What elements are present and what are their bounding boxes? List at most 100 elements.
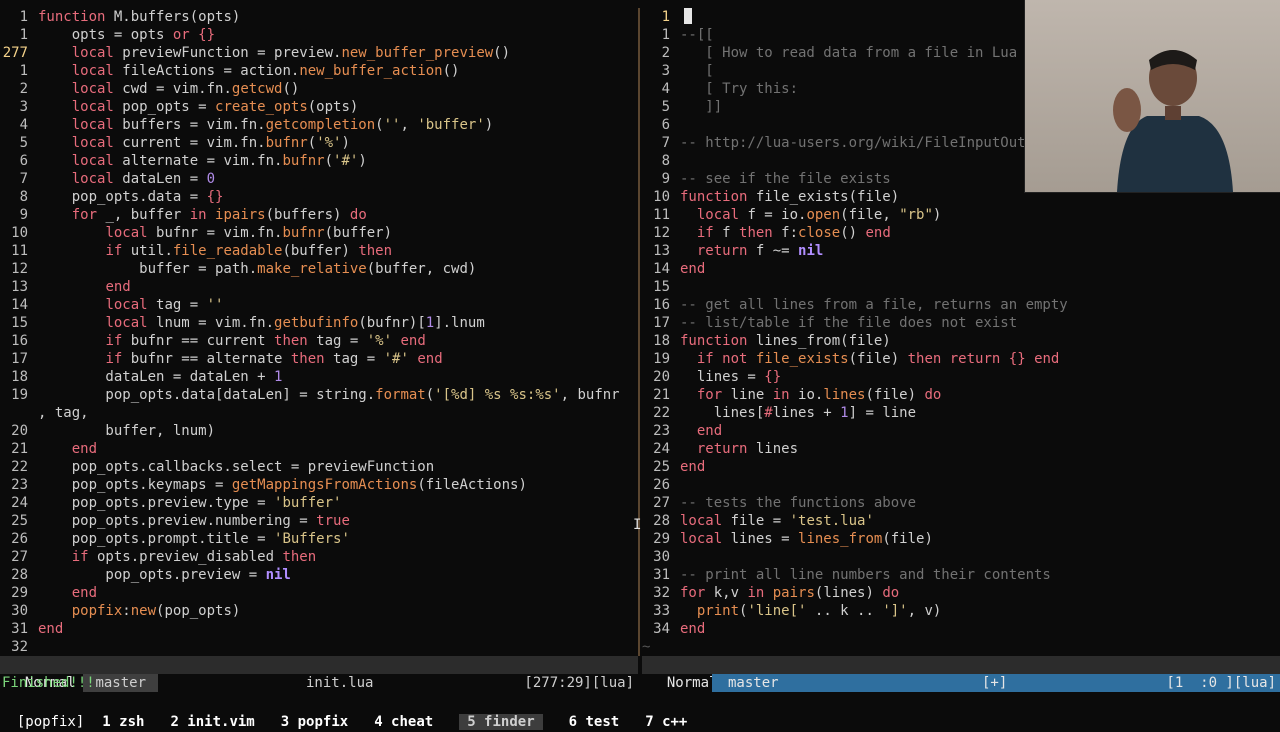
tmux-window-tab[interactable]: 5 finder: [459, 714, 543, 730]
code-text[interactable]: --[[: [680, 27, 714, 43]
left-line[interactable]: 15 local lnum = vim.fn.getbufinfo(bufnr)…: [0, 314, 638, 332]
left-line[interactable]: 1 function M.buffers(opts): [0, 8, 638, 26]
left-line[interactable]: 17 if bufnr == alternate then tag = '#' …: [0, 350, 638, 368]
code-text[interactable]: [ How to read data from a file in Lua: [680, 45, 1017, 61]
left-line[interactable]: 21 end: [0, 440, 638, 458]
code-text[interactable]: local bufnr = vim.fn.bufnr(buffer): [38, 225, 392, 241]
right-line[interactable]: 12 if f then f:close() end: [642, 224, 1280, 242]
code-text[interactable]: for _, buffer in ipairs(buffers) do: [38, 207, 367, 223]
vertical-split-divider[interactable]: [638, 8, 640, 656]
left-line[interactable]: 16 if bufnr == current then tag = '%' en…: [0, 332, 638, 350]
right-line[interactable]: 17 -- list/table if the file does not exi…: [642, 314, 1280, 332]
code-text[interactable]: dataLen = dataLen + 1: [38, 369, 282, 385]
code-text[interactable]: local pop_opts = create_opts(opts): [38, 99, 359, 115]
left-line[interactable]: 2 local cwd = vim.fn.getcwd(): [0, 80, 638, 98]
code-text[interactable]: [: [680, 63, 713, 79]
code-text[interactable]: function lines_from(file): [680, 333, 891, 349]
left-line[interactable]: 25 pop_opts.preview.numbering = true: [0, 512, 638, 530]
code-text[interactable]: return f ~= nil: [680, 243, 823, 259]
code-text[interactable]: opts = opts or {}: [38, 27, 215, 43]
left-line[interactable]: 9 for _, buffer in ipairs(buffers) do: [0, 206, 638, 224]
code-text[interactable]: -- list/table if the file does not exist: [680, 315, 1017, 331]
code-text[interactable]: return lines: [680, 441, 798, 457]
left-line[interactable]: 12 buffer = path.make_relative(buffer, c…: [0, 260, 638, 278]
left-line[interactable]: 24 pop_opts.preview.type = 'buffer': [0, 494, 638, 512]
right-line[interactable]: 26: [642, 476, 1280, 494]
code-text[interactable]: local buffers = vim.fn.getcompletion('',…: [38, 117, 493, 133]
code-text[interactable]: lines[#lines + 1] = line: [680, 405, 916, 421]
code-text[interactable]: pop_opts.preview.type = 'buffer': [38, 495, 342, 511]
code-text[interactable]: if bufnr == alternate then tag = '#' end: [38, 351, 442, 367]
code-text[interactable]: ]]: [680, 99, 722, 115]
left-line[interactable]: 11 if util.file_readable(buffer) then: [0, 242, 638, 260]
right-line[interactable]: 13 return f ~= nil: [642, 242, 1280, 260]
code-text[interactable]: end: [38, 621, 63, 637]
code-text[interactable]: local fileActions = action.new_buffer_ac…: [38, 63, 460, 79]
code-text[interactable]: local lnum = vim.fn.getbufinfo(bufnr)[1]…: [38, 315, 484, 331]
left-line[interactable]: 19 pop_opts.data[dataLen] = string.forma…: [0, 386, 638, 404]
code-text[interactable]: end: [680, 621, 705, 637]
code-text[interactable]: end: [38, 441, 97, 457]
code-text[interactable]: end: [680, 459, 705, 475]
tmux-window-tab[interactable]: 7 c++: [645, 714, 687, 730]
right-line[interactable]: 34 end: [642, 620, 1280, 638]
left-line[interactable]: 29 end: [0, 584, 638, 602]
code-text[interactable]: print('line[' .. k .. ']', v): [680, 603, 941, 619]
code-text[interactable]: -- see if the file exists: [680, 171, 891, 187]
left-line[interactable]: 27 if opts.preview_disabled then: [0, 548, 638, 566]
tmux-window-tab[interactable]: 1 zsh: [102, 714, 144, 730]
code-text[interactable]: pop_opts.preview.numbering = true: [38, 513, 350, 529]
left-line[interactable]: 30 popfix:new(pop_opts): [0, 602, 638, 620]
left-line[interactable]: 31 end: [0, 620, 638, 638]
right-line[interactable]: 14 end: [642, 260, 1280, 278]
code-text[interactable]: end: [38, 279, 130, 295]
tmux-window-tab[interactable]: 4 cheat: [374, 714, 433, 730]
code-text[interactable]: pop_opts.data = {}: [38, 189, 224, 205]
left-line[interactable]: 8 pop_opts.data = {}: [0, 188, 638, 206]
left-line[interactable]: 4 local buffers = vim.fn.getcompletion('…: [0, 116, 638, 134]
right-line[interactable]: 16 -- get all lines from a file, returns …: [642, 296, 1280, 314]
code-text[interactable]: local dataLen = 0: [38, 171, 215, 187]
left-line[interactable]: 1 local fileActions = action.new_buffer_…: [0, 62, 638, 80]
code-text[interactable]: -- http://lua-users.org/wiki/FileInputOu…: [680, 135, 1051, 151]
left-line[interactable]: 277 local previewFunction = preview.new_…: [0, 44, 638, 62]
code-text[interactable]: local alternate = vim.fn.bufnr('#'): [38, 153, 367, 169]
code-text[interactable]: end: [680, 261, 705, 277]
right-line[interactable]: 22 lines[#lines + 1] = line: [642, 404, 1280, 422]
code-text[interactable]: local current = vim.fn.bufnr('%'): [38, 135, 350, 151]
code-text[interactable]: local cwd = vim.fn.getcwd(): [38, 81, 300, 97]
code-text[interactable]: local file = 'test.lua': [680, 513, 874, 529]
code-text[interactable]: pop_opts.data[dataLen] = string.format('…: [38, 387, 619, 403]
right-line[interactable]: 30: [642, 548, 1280, 566]
right-line[interactable]: 25 end: [642, 458, 1280, 476]
left-line[interactable]: 5 local current = vim.fn.bufnr('%'): [0, 134, 638, 152]
code-text[interactable]: if not file_exists(file) then return {} …: [680, 351, 1060, 367]
left-line[interactable]: 10 local bufnr = vim.fn.bufnr(buffer): [0, 224, 638, 242]
left-line[interactable]: 13 end: [0, 278, 638, 296]
left-line[interactable]: 6 local alternate = vim.fn.bufnr('#'): [0, 152, 638, 170]
code-text[interactable]: if bufnr == current then tag = '%' end: [38, 333, 425, 349]
left-line[interactable]: 18 dataLen = dataLen + 1: [0, 368, 638, 386]
left-line[interactable]: 32: [0, 638, 638, 656]
code-text[interactable]: pop_opts.callbacks.select = previewFunct…: [38, 459, 434, 475]
code-text[interactable]: buffer, lnum): [38, 423, 215, 439]
left-line[interactable]: 26 pop_opts.prompt.title = 'Buffers': [0, 530, 638, 548]
code-text[interactable]: pop_opts.keymaps = getMappingsFromAction…: [38, 477, 527, 493]
left-line[interactable]: 14 local tag = '': [0, 296, 638, 314]
left-line[interactable]: 20 buffer, lnum): [0, 422, 638, 440]
code-text[interactable]: buffer = path.make_relative(buffer, cwd): [38, 261, 476, 277]
code-text[interactable]: -- tests the functions above: [680, 495, 916, 511]
left-editor-pane[interactable]: 1 function M.buffers(opts) 1 opts = opts o…: [0, 8, 638, 656]
code-text[interactable]: function M.buffers(opts): [38, 9, 240, 25]
code-text[interactable]: pop_opts.prompt.title = 'Buffers': [38, 531, 350, 547]
right-line[interactable]: 28 local file = 'test.lua': [642, 512, 1280, 530]
code-text[interactable]: -- print all line numbers and their cont…: [680, 567, 1051, 583]
tmux-window-tab[interactable]: 3 popfix: [281, 714, 348, 730]
code-text[interactable]: lines = {}: [680, 369, 781, 385]
code-text[interactable]: [ Try this:: [680, 81, 798, 97]
right-line[interactable]: 27 -- tests the functions above: [642, 494, 1280, 512]
right-line[interactable]: 11 local f = io.open(file, "rb"): [642, 206, 1280, 224]
code-text[interactable]: if f then f:close() end: [680, 225, 891, 241]
code-text[interactable]: local f = io.open(file, "rb"): [680, 207, 941, 223]
code-text[interactable]: , tag,: [38, 405, 89, 421]
